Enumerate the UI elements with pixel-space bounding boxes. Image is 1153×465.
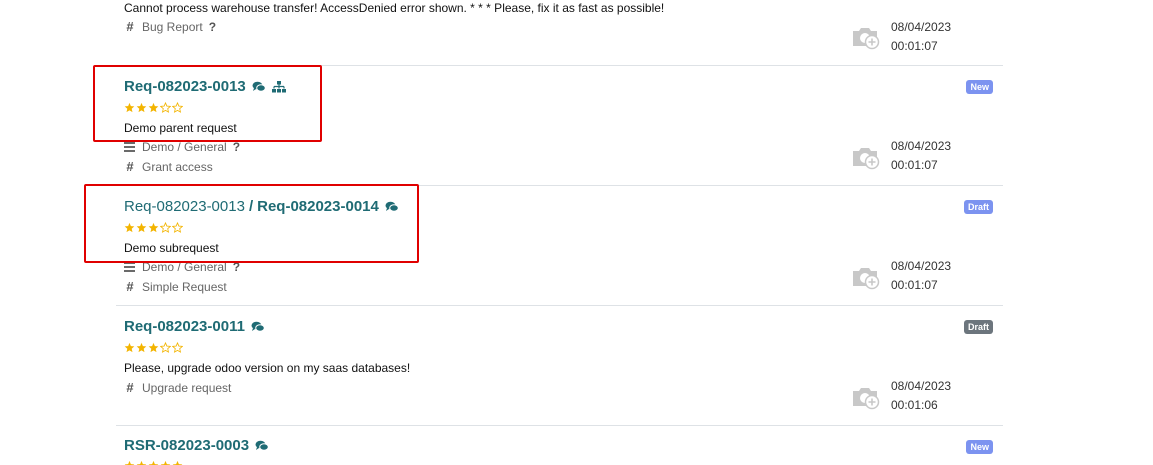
star-icon	[172, 460, 183, 465]
service-label: Demo / General	[142, 140, 227, 154]
status-badge: New	[966, 80, 993, 94]
category-label: Simple Request	[142, 279, 227, 294]
hash-icon: #	[126, 279, 134, 294]
star-filled-icon	[148, 342, 159, 353]
star-icon	[148, 460, 159, 465]
request-time: 00:01:07	[891, 278, 938, 292]
rating-stars	[124, 342, 183, 353]
comments-icon	[255, 440, 269, 451]
comments-icon	[251, 321, 265, 332]
request-title[interactable]: RSR-082023-0003	[124, 437, 269, 454]
status-badge: New	[966, 440, 993, 454]
request-description: Please, upgrade odoo version on my saas …	[124, 361, 411, 375]
request-datetime: 08/04/2023 00:01:07	[891, 18, 951, 56]
star-icon	[124, 460, 135, 465]
highlight-box	[84, 184, 419, 263]
camera-add-icon[interactable]	[850, 383, 882, 411]
request-category: # Grant access	[124, 159, 213, 174]
request-time: 00:01:06	[891, 398, 938, 412]
request-date: 08/04/2023	[891, 139, 952, 153]
hash-icon: #	[126, 159, 134, 174]
camera-add-icon[interactable]	[850, 263, 882, 291]
request-category: # Simple Request	[124, 279, 227, 294]
camera-add-icon[interactable]	[850, 143, 882, 171]
rating-stars	[124, 460, 183, 465]
request-time: 00:01:07	[891, 158, 938, 172]
bars-icon	[124, 142, 135, 152]
request-card[interactable]: Cannot process warehouse transfer! Acces…	[116, 0, 1003, 66]
star-empty-icon	[172, 342, 183, 353]
camera-add-icon[interactable]	[850, 23, 882, 51]
request-service: Demo / General ?	[124, 140, 240, 154]
highlight-box	[93, 65, 322, 142]
bars-icon	[124, 262, 135, 272]
request-date: 08/04/2023	[891, 259, 952, 273]
star-icon	[136, 460, 147, 465]
request-category: # Bug Report ?	[124, 19, 216, 34]
request-card[interactable]: RSR-082023-0003 New	[116, 426, 1003, 465]
category-label: Upgrade request	[142, 380, 232, 395]
star-filled-icon	[136, 342, 147, 353]
question-icon[interactable]: ?	[233, 140, 240, 154]
category-label: Bug Report	[142, 19, 203, 34]
request-datetime: 08/04/2023 00:01:06	[891, 377, 951, 415]
hash-icon: #	[126, 380, 134, 395]
request-list: Cannot process warehouse transfer! Acces…	[0, 0, 1153, 465]
request-category: # Upgrade request	[124, 380, 231, 395]
request-date: 08/04/2023	[891, 379, 952, 393]
request-description: Cannot process warehouse transfer! Acces…	[124, 1, 665, 15]
request-card[interactable]: Req-082023-0011 Please, upgrade odoo ver…	[116, 306, 1003, 426]
status-badge: Draft	[963, 320, 993, 334]
request-code[interactable]: RSR-082023-0003	[124, 437, 249, 454]
question-icon[interactable]: ?	[209, 20, 216, 34]
request-title[interactable]: Req-082023-0011	[124, 318, 265, 335]
request-datetime: 08/04/2023 00:01:07	[891, 257, 951, 295]
request-datetime: 08/04/2023 00:01:07	[891, 137, 951, 175]
star-filled-icon	[124, 342, 135, 353]
request-time: 00:01:07	[891, 39, 938, 53]
request-code[interactable]: Req-082023-0011	[124, 318, 245, 335]
request-date: 08/04/2023	[891, 20, 952, 34]
star-icon	[160, 460, 171, 465]
status-badge: Draft	[963, 200, 993, 214]
hash-icon: #	[126, 19, 134, 34]
category-label: Grant access	[142, 159, 213, 174]
star-empty-icon	[160, 342, 171, 353]
